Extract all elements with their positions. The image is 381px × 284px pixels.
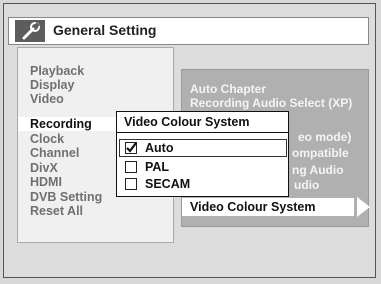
video-colour-system-dialog: Video Colour System Auto PAL SECAM — [116, 111, 289, 197]
submenu-item-partial[interactable]: ng Audio — [292, 163, 344, 177]
dialog-title-bar: Video Colour System — [117, 112, 288, 133]
option-pal[interactable]: PAL — [117, 159, 288, 175]
menu-item-playback[interactable]: Playback — [30, 64, 84, 78]
option-label: SECAM — [145, 177, 191, 191]
menu-item-dvb-setting[interactable]: DVB Setting — [30, 190, 102, 204]
menu-item-divx[interactable]: DivX — [30, 161, 58, 175]
menu-item-display[interactable]: Display — [30, 78, 74, 92]
option-label: PAL — [145, 160, 170, 174]
menu-item-clock[interactable]: Clock — [30, 132, 64, 146]
option-label: Auto — [145, 141, 174, 155]
menu-item-channel[interactable]: Channel — [30, 146, 79, 160]
option-secam[interactable]: SECAM — [117, 176, 288, 192]
menu-item-video[interactable]: Video — [30, 92, 64, 106]
triangle-right-icon — [357, 197, 370, 217]
menu-item-hdmi[interactable]: HDMI — [30, 175, 62, 189]
wrench-icon — [15, 20, 45, 42]
checkbox-checked[interactable] — [125, 142, 137, 154]
submenu-item-video-colour-system[interactable]: Video Colour System — [182, 198, 354, 216]
submenu-item-label: Video Colour System — [190, 200, 316, 214]
submenu-item-partial[interactable]: eo mode) — [298, 130, 351, 144]
dialog-title: Video Colour System — [124, 115, 250, 129]
submenu-item-auto-chapter[interactable]: Auto Chapter — [190, 82, 266, 96]
header-bar: General Setting — [8, 17, 369, 45]
checkbox[interactable] — [125, 178, 137, 190]
screen: General Setting Playback Display Video R… — [0, 0, 381, 284]
submenu-item-partial[interactable]: udio — [294, 178, 319, 192]
option-auto[interactable]: Auto — [119, 139, 287, 157]
menu-item-reset-all[interactable]: Reset All — [30, 204, 83, 218]
checkbox[interactable] — [125, 161, 137, 173]
submenu-item-recording-audio-select[interactable]: Recording Audio Select (XP) — [190, 96, 352, 110]
submenu-item-partial[interactable]: ompatible — [292, 146, 349, 160]
page-title: General Setting — [53, 22, 157, 38]
